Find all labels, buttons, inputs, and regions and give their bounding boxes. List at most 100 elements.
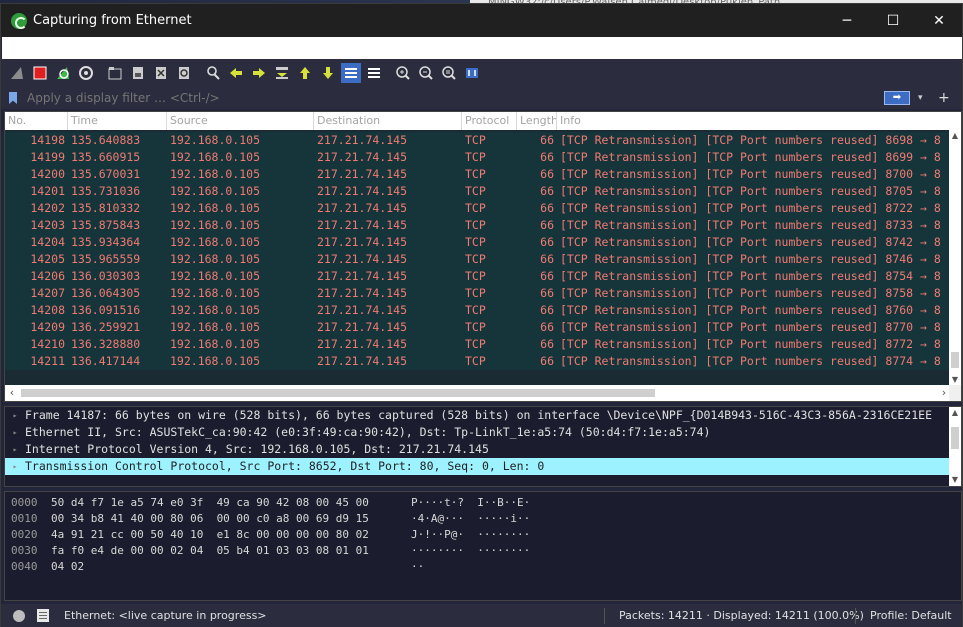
scroll-left-arrow-icon[interactable]: ‹ — [5, 385, 19, 401]
packet-row[interactable]: 14199 135.660915 192.168.0.105 217.21.74.14… — [5, 149, 951, 166]
packet-row[interactable]: 14209 136.259921 192.168.0.105 217.21.74.14… — [5, 319, 951, 336]
packet-cell-src: 192.168.0.105 — [170, 184, 261, 198]
byte-offset: 0000 — [11, 496, 38, 509]
scroll-down-arrow-icon[interactable]: ▼ — [949, 474, 961, 486]
packet-cell-no: 14204 — [30, 235, 65, 249]
byte-row: 0030 fa f0 e4 de 00 00 02 04 05 b4 01 03 … — [5, 543, 961, 559]
packet-row[interactable]: 14200 135.670031 192.168.0.105 217.21.74.14… — [5, 166, 951, 183]
packet-cell-dst: 217.21.74.145 — [317, 286, 408, 300]
packet-row[interactable]: 14201 135.731036 192.168.0.105 217.21.74.14… — [5, 183, 951, 200]
byte-ascii[interactable]: ········ ········ — [411, 543, 611, 559]
byte-row: 0000 50 d4 f7 1e a5 74 e0 3f 49 ca 90 42 … — [5, 495, 961, 511]
stop-icon[interactable] — [30, 63, 50, 83]
add-filter-button-plus-icon[interactable]: + — [938, 90, 952, 106]
expert-info-led-icon[interactable] — [13, 609, 25, 622]
packet-details-pane: ▸ Frame 14187: 66 bytes on wire (528 bits… — [4, 406, 962, 487]
detail-tree-row[interactable]: ▸ Frame 14187: 66 bytes on wire (528 bits… — [5, 407, 949, 424]
save-file-icon[interactable] — [128, 63, 148, 83]
packet-row[interactable]: 14210 136.328880 192.168.0.105 217.21.74.14… — [5, 336, 951, 353]
scroll-up-arrow-icon[interactable]: ▲ — [949, 130, 961, 142]
normal-size-icon[interactable] — [439, 63, 459, 83]
expand-arrow-icon[interactable]: ▸ — [5, 424, 25, 441]
resize-columns-icon[interactable] — [462, 63, 482, 83]
expand-arrow-icon[interactable]: ▸ — [5, 458, 25, 475]
byte-ascii[interactable]: P····t·? I··B··E· — [411, 495, 611, 511]
title-bar[interactable]: Capturing from Ethernet ─ ☐ ✕ — [1, 4, 962, 37]
column-header-protocol[interactable]: Protocol — [462, 112, 517, 130]
packet-row[interactable]: 14203 135.875843 192.168.0.105 217.21.74.14… — [5, 217, 951, 234]
packet-cell-dst: 217.21.74.145 — [317, 252, 408, 266]
zoom-out-icon[interactable] — [416, 63, 436, 83]
open-folder-icon[interactable] — [105, 63, 125, 83]
packet-cell-time: 135.660915 — [71, 150, 141, 164]
packet-cell-len: 66 — [540, 150, 554, 164]
options-gear-icon[interactable] — [76, 63, 96, 83]
packet-row[interactable]: 14204 135.934364 192.168.0.105 217.21.74.14… — [5, 234, 951, 251]
display-filter-input[interactable] — [27, 88, 884, 108]
close-file-icon[interactable] — [151, 63, 171, 83]
find-packet-icon[interactable] — [203, 63, 223, 83]
go-forward-icon[interactable] — [249, 63, 269, 83]
menu-bar — [2, 37, 962, 59]
column-header-info[interactable]: Info — [557, 112, 951, 130]
reload-icon[interactable] — [174, 63, 194, 83]
packet-row[interactable]: 14211 136.417144 192.168.0.105 217.21.74.14… — [5, 353, 951, 370]
packet-cell-proto: TCP — [465, 201, 486, 215]
packet-row[interactable]: 14205 135.965559 192.168.0.105 217.21.74.14… — [5, 251, 951, 268]
detail-tree-row[interactable]: ▸ Internet Protocol Version 4, Src: 192.1… — [5, 441, 949, 458]
filter-dropdown-chevron-icon[interactable]: ▾ — [918, 93, 928, 103]
packet-row[interactable]: 14198 135.640883 192.168.0.105 217.21.74.14… — [5, 132, 951, 149]
scroll-thumb[interactable] — [951, 427, 959, 449]
column-header-no[interactable]: No. — [5, 112, 68, 130]
packet-list-vertical-scrollbar[interactable]: ▲ ▼ — [949, 130, 961, 386]
packet-cell-proto: TCP — [465, 303, 486, 317]
detail-tree-row[interactable]: ▸ Transmission Control Protocol, Src Port… — [5, 458, 949, 475]
minimize-button[interactable]: ─ — [824, 4, 870, 37]
packet-row[interactable]: 14206 136.030303 192.168.0.105 217.21.74.14… — [5, 268, 951, 285]
expand-arrow-icon[interactable]: ▸ — [5, 441, 25, 458]
packet-cell-time: 136.091516 — [71, 303, 141, 317]
byte-hex[interactable]: 50 d4 f7 1e a5 74 e0 3f 49 ca 90 42 08 0… — [51, 495, 411, 511]
go-back-icon[interactable] — [226, 63, 246, 83]
packet-list-horizontal-scrollbar[interactable]: ‹ › — [5, 385, 951, 401]
colorize-icon[interactable] — [364, 63, 384, 83]
packet-cell-no: 14208 — [30, 303, 65, 317]
column-header-source[interactable]: Source — [167, 112, 314, 130]
detail-tree-row[interactable]: ▸ Ethernet II, Src: ASUSTekC_ca:90:42 (e0… — [5, 424, 949, 441]
byte-hex[interactable]: fa f0 e4 de 00 00 02 04 05 b4 01 03 03 0… — [51, 543, 411, 559]
go-first-icon[interactable] — [295, 63, 315, 83]
packet-cell-src: 192.168.0.105 — [170, 235, 261, 249]
byte-hex[interactable]: 04 02 — [51, 559, 411, 575]
byte-ascii[interactable]: ·4·A@··· ·····i·· — [411, 511, 611, 527]
capture-comment-icon[interactable] — [37, 609, 49, 622]
column-header-time[interactable]: Time — [68, 112, 167, 130]
scroll-thumb[interactable] — [951, 352, 959, 368]
go-to-packet-icon[interactable] — [272, 63, 292, 83]
close-button[interactable]: ✕ — [916, 4, 962, 37]
shark-fin-start-icon[interactable] — [7, 63, 27, 83]
filter-bookmark-icon[interactable] — [9, 92, 17, 104]
column-header-destination[interactable]: Destination — [314, 112, 462, 130]
byte-ascii[interactable]: J·!··P@· ········ — [411, 527, 611, 543]
maximize-button[interactable]: ☐ — [870, 4, 916, 37]
packet-row[interactable]: 14202 135.810332 192.168.0.105 217.21.74.14… — [5, 200, 951, 217]
autoscroll-icon[interactable] — [341, 63, 361, 83]
packet-row[interactable]: 14207 136.064305 192.168.0.105 217.21.74.14… — [5, 285, 951, 302]
packet-cell-src: 192.168.0.105 — [170, 337, 261, 351]
byte-hex[interactable]: 4a 91 21 cc 00 50 40 10 e1 8c 00 00 00 0… — [51, 527, 411, 543]
apply-filter-arrow-icon[interactable]: ➡ — [884, 91, 910, 105]
zoom-in-icon[interactable] — [393, 63, 413, 83]
packet-cell-no: 14199 — [30, 150, 65, 164]
expand-arrow-icon[interactable]: ▸ — [5, 407, 25, 424]
scroll-thumb[interactable] — [21, 389, 655, 397]
byte-hex[interactable]: 00 34 b8 41 40 00 80 06 00 00 c0 a8 00 6… — [51, 511, 411, 527]
scroll-up-arrow-icon[interactable]: ▲ — [949, 407, 961, 419]
byte-ascii[interactable]: ·· — [411, 559, 611, 575]
column-header-length[interactable]: Length — [517, 112, 557, 130]
packet-row[interactable]: 14208 136.091516 192.168.0.105 217.21.74.14… — [5, 302, 951, 319]
go-last-icon[interactable] — [318, 63, 338, 83]
details-vertical-scrollbar[interactable]: ▲ ▼ — [949, 407, 961, 486]
restart-icon[interactable] — [53, 63, 73, 83]
profile-indicator[interactable]: Profile: Default — [870, 609, 952, 622]
packet-cell-src: 192.168.0.105 — [170, 354, 261, 368]
